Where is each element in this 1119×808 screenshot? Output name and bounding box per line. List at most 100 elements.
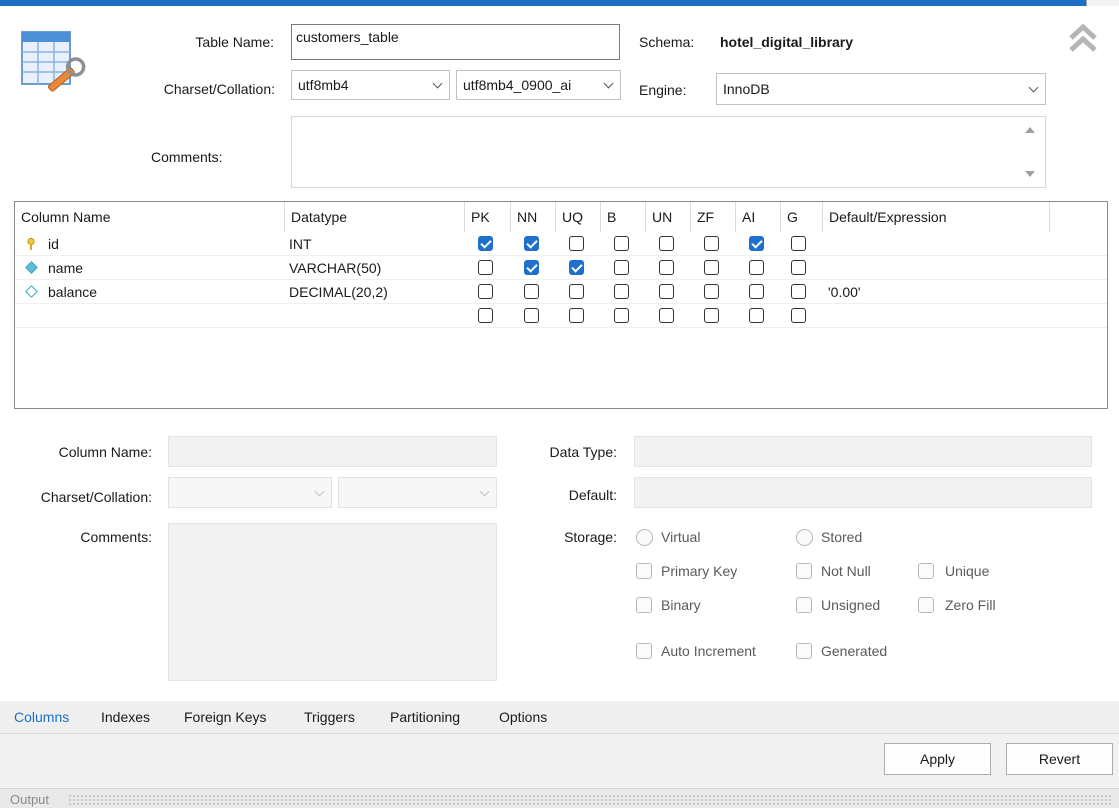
uq-checkbox[interactable]	[569, 260, 584, 275]
table-row[interactable]	[15, 304, 1107, 328]
column-name-input[interactable]	[168, 436, 497, 467]
generated-checkbox[interactable]	[796, 643, 812, 659]
revert-button[interactable]: Revert	[1006, 743, 1113, 775]
cell-datatype[interactable]: VARCHAR(50)	[289, 256, 381, 280]
header-pk[interactable]: PK	[465, 202, 511, 232]
virtual-label: Virtual	[661, 529, 701, 545]
zf-checkbox[interactable]	[704, 260, 719, 275]
chevron-down-icon	[480, 488, 490, 498]
header-zf[interactable]: ZF	[691, 202, 736, 232]
scroll-up-icon[interactable]	[1025, 127, 1035, 133]
header-un[interactable]: UN	[646, 202, 691, 232]
not-null-label: Not Null	[821, 563, 871, 579]
b-checkbox[interactable]	[614, 308, 629, 323]
output-panel-header[interactable]: Output	[0, 788, 1119, 808]
not-null-checkbox[interactable]	[796, 563, 812, 579]
ai-checkbox[interactable]	[749, 260, 764, 275]
apply-button[interactable]: Apply	[884, 743, 991, 775]
column-comments-label: Comments:	[80, 529, 152, 545]
column-comments-textarea[interactable]	[168, 523, 497, 681]
chevron-down-icon	[433, 80, 443, 90]
b-checkbox[interactable]	[614, 284, 629, 299]
header-datatype[interactable]: Datatype	[285, 202, 465, 232]
collation-select[interactable]: utf8mb4_0900_ai	[456, 70, 621, 100]
ai-checkbox[interactable]	[749, 284, 764, 299]
zf-checkbox[interactable]	[704, 284, 719, 299]
cell-datatype[interactable]: DECIMAL(20,2)	[289, 280, 388, 304]
cell-column-name[interactable]: name	[48, 256, 83, 280]
header-uq[interactable]: UQ	[556, 202, 601, 232]
table-row[interactable]: balance DECIMAL(20,2) '0.00'	[15, 280, 1107, 304]
default-input[interactable]	[634, 477, 1092, 508]
stored-radio[interactable]	[796, 529, 813, 546]
window-control[interactable]	[1086, 0, 1119, 6]
unique-checkbox[interactable]	[918, 563, 934, 579]
virtual-radio[interactable]	[636, 529, 653, 546]
ai-checkbox[interactable]	[749, 236, 764, 251]
header-default-expression[interactable]: Default/Expression	[823, 202, 1050, 232]
b-checkbox[interactable]	[614, 260, 629, 275]
collapse-icon[interactable]	[1068, 22, 1098, 54]
un-checkbox[interactable]	[659, 260, 674, 275]
binary-checkbox[interactable]	[636, 597, 652, 613]
scroll-down-icon[interactable]	[1025, 171, 1035, 177]
columns-grid[interactable]: Column Name Datatype PK NN UQ B UN ZF AI…	[14, 201, 1108, 409]
header-column-name[interactable]: Column Name	[15, 202, 285, 232]
zf-checkbox[interactable]	[704, 308, 719, 323]
column-name-label: Column Name:	[58, 444, 152, 460]
table-row[interactable]: id INT	[15, 232, 1107, 256]
un-checkbox[interactable]	[659, 236, 674, 251]
g-checkbox[interactable]	[791, 284, 806, 299]
stored-label: Stored	[821, 529, 863, 545]
header-g[interactable]: G	[781, 202, 823, 232]
nn-checkbox[interactable]	[524, 308, 539, 323]
charset-select[interactable]: utf8mb4	[291, 70, 450, 100]
output-grip	[68, 794, 1111, 806]
auto-increment-checkbox[interactable]	[636, 643, 652, 659]
header-b[interactable]: B	[601, 202, 646, 232]
uq-checkbox[interactable]	[569, 308, 584, 323]
nn-checkbox[interactable]	[524, 236, 539, 251]
pk-checkbox[interactable]	[478, 260, 493, 275]
column-filled-diamond-icon	[25, 261, 38, 274]
cell-column-name[interactable]: balance	[48, 280, 97, 304]
nn-checkbox[interactable]	[524, 284, 539, 299]
table-comments-textarea[interactable]	[291, 116, 1046, 188]
ai-checkbox[interactable]	[749, 308, 764, 323]
g-checkbox[interactable]	[791, 308, 806, 323]
cell-column-name[interactable]: id	[48, 232, 59, 256]
tab-columns[interactable]: Columns	[14, 709, 69, 725]
tab-options[interactable]: Options	[499, 709, 547, 725]
zero-fill-checkbox[interactable]	[918, 597, 934, 613]
un-checkbox[interactable]	[659, 308, 674, 323]
tab-partitioning[interactable]: Partitioning	[390, 709, 460, 725]
primary-key-checkbox[interactable]	[636, 563, 652, 579]
table-row[interactable]: name VARCHAR(50)	[15, 256, 1107, 280]
tab-foreign-keys[interactable]: Foreign Keys	[184, 709, 266, 725]
column-collation-select[interactable]	[338, 477, 497, 508]
header-ai[interactable]: AI	[736, 202, 781, 232]
uq-checkbox[interactable]	[569, 236, 584, 251]
chevron-down-icon	[604, 80, 614, 90]
cell-default-expression[interactable]: '0.00'	[828, 280, 861, 304]
pk-checkbox[interactable]	[478, 308, 493, 323]
pk-checkbox[interactable]	[478, 284, 493, 299]
column-charset-select[interactable]	[168, 477, 332, 508]
g-checkbox[interactable]	[791, 260, 806, 275]
unsigned-checkbox[interactable]	[796, 597, 812, 613]
engine-select[interactable]: InnoDB	[716, 73, 1046, 105]
charset-collation-label: Charset/Collation:	[163, 81, 275, 97]
header-nn[interactable]: NN	[511, 202, 556, 232]
g-checkbox[interactable]	[791, 236, 806, 251]
b-checkbox[interactable]	[614, 236, 629, 251]
nn-checkbox[interactable]	[524, 260, 539, 275]
tab-triggers[interactable]: Triggers	[304, 709, 355, 725]
tab-indexes[interactable]: Indexes	[101, 709, 150, 725]
un-checkbox[interactable]	[659, 284, 674, 299]
table-name-input[interactable]: customers_table	[291, 24, 620, 60]
uq-checkbox[interactable]	[569, 284, 584, 299]
zf-checkbox[interactable]	[704, 236, 719, 251]
data-type-input[interactable]	[634, 436, 1092, 467]
pk-checkbox[interactable]	[478, 236, 493, 251]
cell-datatype[interactable]: INT	[289, 232, 312, 256]
